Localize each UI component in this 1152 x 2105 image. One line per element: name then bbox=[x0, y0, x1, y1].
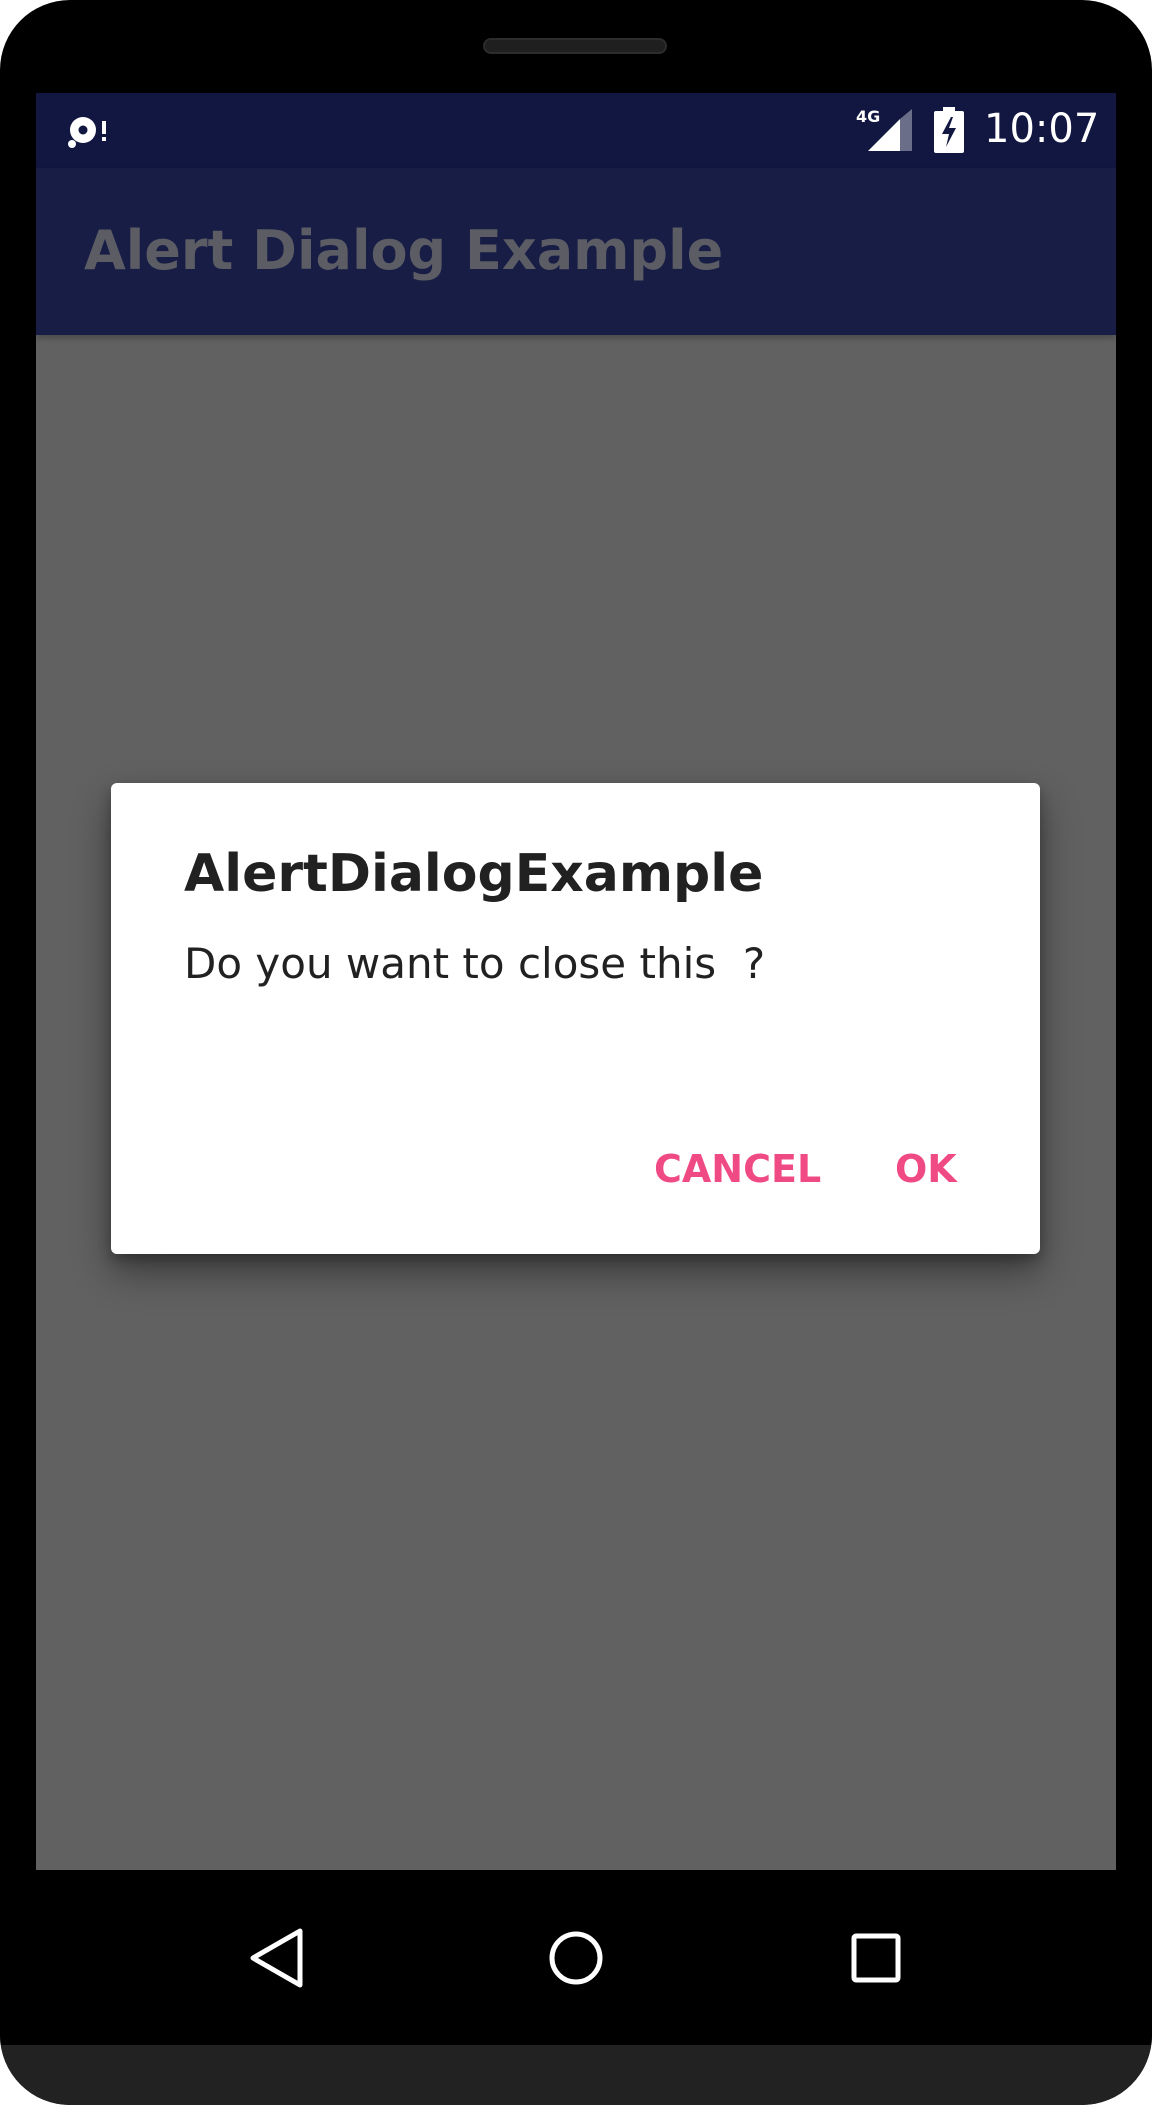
alert-dialog: AlertDialogExample Do you want to close … bbox=[111, 783, 1040, 1254]
home-circle-icon[interactable] bbox=[536, 1918, 616, 1998]
status-clock: 10:07 bbox=[984, 106, 1100, 152]
battery-charging-icon bbox=[934, 107, 964, 153]
recent-apps-square-icon[interactable] bbox=[836, 1918, 916, 1998]
phone-frame: 4G 10:07 Alert Dialog Example AlertDialo… bbox=[0, 0, 1152, 2105]
device-screen: 4G 10:07 Alert Dialog Example AlertDialo… bbox=[36, 93, 1116, 1870]
dialog-message: Do you want to close this ? bbox=[184, 939, 766, 988]
cellular-signal-icon bbox=[868, 109, 912, 151]
status-bar: 4G 10:07 bbox=[36, 93, 1116, 168]
dialog-title: AlertDialogExample bbox=[184, 844, 764, 904]
earpiece-speaker bbox=[483, 38, 667, 54]
network-status: 4G bbox=[856, 107, 912, 153]
sd-card-alert-icon bbox=[68, 117, 106, 148]
phone-bottom-bezel bbox=[0, 2045, 1152, 2105]
app-title: Alert Dialog Example bbox=[84, 219, 724, 282]
cancel-button[interactable]: CANCEL bbox=[638, 1133, 837, 1205]
ok-button[interactable]: OK bbox=[879, 1133, 973, 1205]
back-triangle-icon[interactable] bbox=[236, 1918, 316, 1998]
navigation-bar bbox=[0, 1870, 1152, 2045]
app-bar: Alert Dialog Example bbox=[36, 168, 1116, 335]
